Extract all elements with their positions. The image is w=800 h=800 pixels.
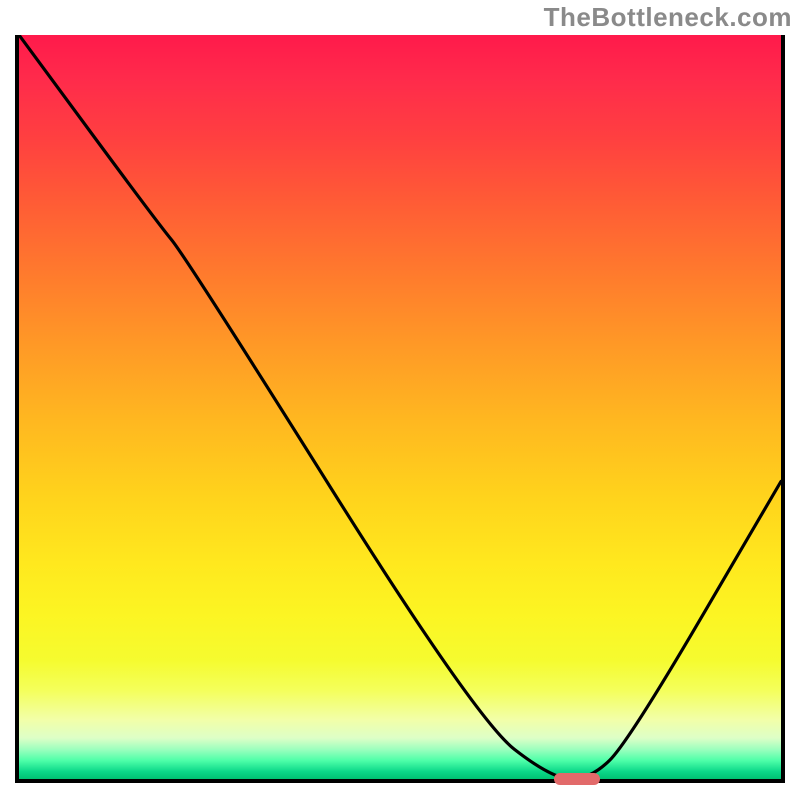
- plot-frame: [15, 35, 785, 783]
- optimum-marker: [554, 773, 600, 785]
- watermark-text: TheBottleneck.com: [544, 2, 792, 33]
- bottleneck-curve: [19, 35, 781, 779]
- chart-stage: TheBottleneck.com: [0, 0, 800, 800]
